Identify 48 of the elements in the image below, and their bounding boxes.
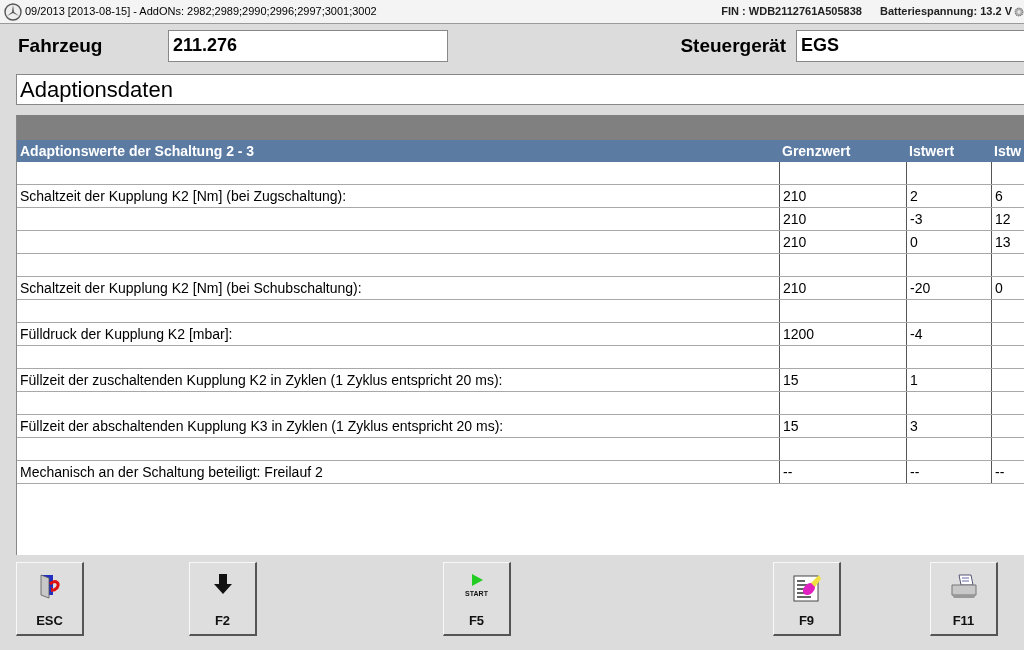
table-cell: 0 — [991, 277, 1024, 299]
battery-voltage: Batteriespannung: 13.2 V — [879, 4, 1012, 20]
section-title: Adaptionsdaten — [16, 74, 1024, 105]
function-key-button[interactable]: F2 — [189, 562, 257, 636]
table-cell-text: Mechanisch an der Schaltung beteiligt: Freilauf 2 — [19, 463, 324, 482]
table-cell: 1 — [906, 369, 991, 391]
down-arrow-icon — [212, 573, 233, 595]
table-cell: 1200 — [779, 323, 906, 345]
exit-door-icon — [37, 573, 62, 599]
column-header: Istw — [993, 141, 1023, 161]
vin-text: FIN : WDB2112761A505838 — [721, 4, 862, 20]
table-cell-text: Schaltzeit der Kupplung K2 [Nm] (bei Zugschaltung): — [19, 187, 348, 206]
table-cell: -20 — [906, 277, 991, 299]
table-cell: 15 — [779, 415, 906, 437]
table-cell: 0 — [906, 231, 991, 253]
control-unit-label: Steuergerät — [680, 33, 786, 58]
table-cell: -3 — [906, 208, 991, 230]
table-cell: 210 — [779, 208, 906, 230]
column-header: Istwert — [908, 141, 956, 161]
table-cell: 210 — [779, 277, 906, 299]
window-title: 09/2013 [2013-08-15] - AddONs: 2982;2989;2990;2996;2997;3001;3002 — [25, 4, 377, 20]
play-icon — [469, 573, 484, 587]
table-cell: 15 — [779, 369, 906, 391]
table-cell: 12 — [991, 208, 1024, 230]
table-cell-text: Füllzeit der abschaltenden Kupplung K3 in Zyklen (1 Zyklus entspricht 20 ms): — [19, 417, 505, 436]
table-cell: -- — [906, 461, 991, 483]
table-cell: -4 — [906, 323, 991, 345]
vehicle-label: Fahrzeug — [18, 33, 104, 58]
table-cell: 210 — [779, 185, 906, 207]
table-cell: 13 — [991, 231, 1024, 253]
table-cell: 6 — [991, 185, 1024, 207]
function-key-button[interactable]: F9 — [773, 562, 841, 636]
vehicle-field: 211.276 — [168, 30, 448, 62]
table-cell: 3 — [906, 415, 991, 437]
table-cell-text: Füllzeit der zuschaltenden Kupplung K2 in Zyklen (1 Zyklus entspricht 20 ms): — [19, 371, 504, 390]
table-cell-text: Schaltzeit der Kupplung K2 [Nm] (bei Schubschaltung): — [19, 279, 363, 298]
table-cell: -- — [779, 461, 906, 483]
control-unit-field: EGS — [796, 30, 1024, 62]
table-cell: -- — [991, 461, 1024, 483]
printer-icon — [948, 573, 979, 599]
function-key-button[interactable]: F11 — [930, 562, 998, 636]
column-header: Adaptionswerte der Schaltung 2 - 3 — [19, 141, 256, 161]
column-header: Grenzwert — [781, 141, 852, 161]
document-pen-icon — [790, 573, 823, 603]
table-cell-text: Fülldruck der Kupplung K2 [mbar]: — [19, 325, 234, 344]
table-cell: 2 — [906, 185, 991, 207]
table-cell: 210 — [779, 231, 906, 253]
function-key-button[interactable]: ESC — [16, 562, 84, 636]
